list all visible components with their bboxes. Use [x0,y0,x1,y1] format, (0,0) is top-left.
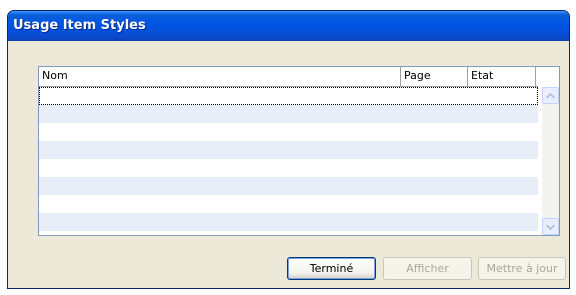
done-button[interactable]: Terminé [287,257,376,280]
chevron-down-icon [546,223,555,230]
update-button[interactable]: Mettre à jour [478,257,566,280]
chevron-up-icon [546,92,555,99]
vertical-scrollbar[interactable] [542,87,559,235]
list-item[interactable] [39,123,538,141]
column-header-page[interactable]: Page [401,67,468,86]
column-header-nom[interactable]: Nom [39,67,401,86]
list-item[interactable] [39,141,538,159]
list-rows [39,87,538,235]
list-item[interactable] [39,177,538,195]
list-item[interactable] [39,213,538,231]
title-bar[interactable]: Usage Item Styles [8,11,569,41]
dialog-window: Usage Item Styles Nom Page Etat Terminé … [7,10,570,289]
list-item[interactable] [39,159,538,177]
list-item[interactable] [39,87,538,105]
show-button[interactable]: Afficher [383,257,472,280]
list-header: Nom Page Etat [39,67,538,87]
usage-list[interactable]: Nom Page Etat [38,66,560,236]
scroll-down-button[interactable] [542,218,559,235]
column-header-etat[interactable]: Etat [468,67,536,86]
list-item[interactable] [39,231,538,235]
list-item[interactable] [39,195,538,213]
list-item[interactable] [39,105,538,123]
scroll-up-button[interactable] [542,87,559,104]
window-title: Usage Item Styles [13,18,146,33]
